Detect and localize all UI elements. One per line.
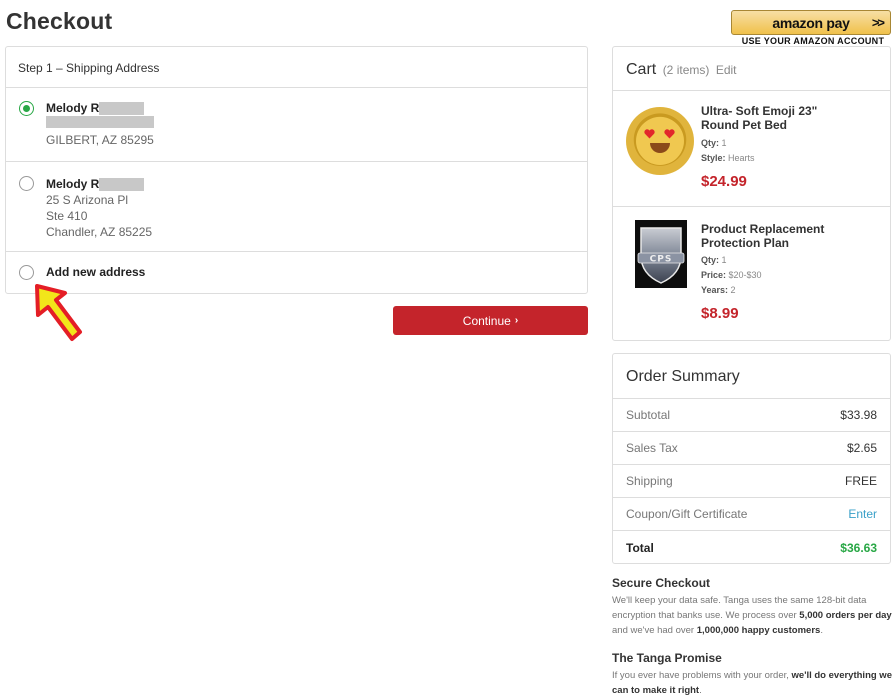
address-2-line: 25 S Arizona Pl <box>46 193 129 207</box>
summary-row-shipping: Shipping FREE <box>613 465 890 498</box>
tanga-promise-section: The Tanga Promise If you ever have probl… <box>612 651 894 698</box>
secure-checkout-title: Secure Checkout <box>612 576 711 590</box>
add-new-address-option[interactable]: Add new address <box>6 252 587 294</box>
emoji-face <box>636 117 684 165</box>
text-segment-bold: 5,000 orders per day <box>799 610 892 621</box>
order-summary-title: Order Summary <box>613 354 890 399</box>
meta-label: Price: <box>701 270 727 280</box>
arrow-annotation-icon <box>35 284 82 341</box>
summary-row-total: Total $36.63 <box>613 531 890 564</box>
summary-total-label: Total <box>626 540 654 555</box>
address-2-details: Melody R 25 S Arizona Pl Ste 410 Chandle… <box>46 176 152 240</box>
summary-row-subtotal: Subtotal $33.98 <box>613 399 890 432</box>
summary-total-value: $36.63 <box>840 540 877 555</box>
secure-checkout-section: Secure Checkout We'll keep your data saf… <box>612 576 894 638</box>
text-segment-bold: 1,000,000 happy customers <box>696 625 821 636</box>
amazon-pay-subtitle: USE YOUR AMAZON ACCOUNT <box>741 36 885 46</box>
address-2-name: Melody R <box>46 176 152 192</box>
shipping-address-panel: Step 1 – Shipping Address Melody R GILBE… <box>5 46 588 294</box>
text-segment: If you ever have problems with your orde… <box>612 670 792 681</box>
meta-label: Qty: <box>701 255 719 265</box>
meta-row-3: Years: 2 <box>701 283 762 298</box>
add-new-address-label[interactable]: Add new address <box>46 265 145 279</box>
page-title: Checkout <box>6 8 113 34</box>
cart-item-count: (2 items) <box>662 63 710 77</box>
text-segment: . <box>699 685 702 696</box>
double-chevron-icon: >> <box>871 15 885 30</box>
summary-value: $2.65 <box>846 441 877 455</box>
address-1-line-redacted <box>46 116 154 132</box>
chevron-right-icon: › <box>514 315 519 326</box>
amazon-pay-logo[interactable]: amazon pay >> <box>731 10 891 35</box>
tanga-promise-title: The Tanga Promise <box>612 651 722 665</box>
address-1-line: GILBERT, AZ 85295 <box>46 133 154 147</box>
summary-label: Sales Tax <box>626 441 678 455</box>
cps-shield-image: CPS <box>635 220 687 288</box>
redacted-text <box>99 177 145 191</box>
continue-button[interactable]: Continue › <box>393 306 588 335</box>
order-summary-panel: Order Summary Subtotal $33.98 Sales Tax … <box>612 353 891 564</box>
address-1-name: Melody R <box>46 100 154 116</box>
summary-label: Subtotal <box>626 408 671 422</box>
address-option-2[interactable]: Melody R 25 S Arizona Pl Ste 410 Chandle… <box>6 162 587 252</box>
text-segment: . <box>820 625 823 636</box>
meta-label: Style: <box>701 153 726 163</box>
address-2-radio[interactable] <box>19 176 34 191</box>
svg-text:CPS: CPS <box>650 255 673 265</box>
meta-value: 1 <box>721 138 727 148</box>
summary-row-coupon: Coupon/Gift Certificate Enter <box>613 498 890 531</box>
summary-value: FREE <box>844 474 877 488</box>
continue-label: Continue <box>462 313 511 328</box>
summary-value: $33.98 <box>840 408 877 422</box>
redacted-text <box>99 101 145 115</box>
redacted-text <box>46 116 154 128</box>
emoji-mouth <box>650 143 670 153</box>
heart-icon <box>664 129 675 139</box>
coupon-enter-link[interactable]: Enter <box>848 507 877 521</box>
cart-header: Cart (2 items) Edit <box>613 47 890 91</box>
text-segment: and we've had over <box>612 625 697 636</box>
address-option-1[interactable]: Melody R GILBERT, AZ 85295 <box>6 88 587 162</box>
meta-label: Qty: <box>701 138 719 148</box>
cart-item-price: $8.99 <box>701 305 739 322</box>
meta-row-2: Price: $20-$30 <box>701 268 762 283</box>
address-2-line: Chandler, AZ 85225 <box>46 225 153 239</box>
meta-label: Years: <box>701 285 729 295</box>
secure-checkout-text: We'll keep your data safe. Tanga uses th… <box>612 593 894 638</box>
add-new-address-radio[interactable] <box>19 265 34 280</box>
meta-row-1: Qty: 1 <box>701 136 755 151</box>
address-1-details: Melody R GILBERT, AZ 85295 <box>46 100 154 148</box>
amazon-pay-button[interactable]: amazon pay >> USE YOUR AMAZON ACCOUNT <box>731 10 891 46</box>
address-1-radio[interactable] <box>19 101 34 116</box>
meta-value: 1 <box>721 255 727 265</box>
cart-item-meta: Qty: 1 Style: Hearts <box>701 136 755 166</box>
cart-panel: Cart (2 items) Edit Ultra- Soft Emoji 23… <box>612 46 891 341</box>
address-2-line: Ste 410 <box>46 209 88 223</box>
meta-row-2: Style: Hearts <box>701 151 755 166</box>
cart-item-name: Product Replacement Protection Plan <box>701 222 825 250</box>
meta-value: $20-$30 <box>728 270 762 280</box>
cart-item: CPS Product Replacement Protection Plan … <box>613 207 890 339</box>
cart-item: Ultra- Soft Emoji 23" Round Pet Bed Qty:… <box>613 91 890 207</box>
meta-value: 2 <box>730 285 736 295</box>
amazon-pay-logo-text: amazon pay <box>772 14 850 31</box>
emoji-pet-bed-image <box>626 107 694 175</box>
cart-edit-link[interactable]: Edit <box>716 63 737 77</box>
cart-item-meta: Qty: 1 Price: $20-$30 Years: 2 <box>701 253 762 298</box>
summary-row-sales-tax: Sales Tax $2.65 <box>613 432 890 465</box>
cart-item-name: Ultra- Soft Emoji 23" Round Pet Bed <box>701 104 818 132</box>
meta-value: Hearts <box>728 153 755 163</box>
shipping-step-header: Step 1 – Shipping Address <box>6 47 587 88</box>
cart-item-price: $24.99 <box>701 173 747 190</box>
summary-label: Shipping <box>626 474 673 488</box>
heart-icon <box>644 129 655 139</box>
cart-title: Cart <box>626 61 657 78</box>
summary-label: Coupon/Gift Certificate <box>626 507 748 521</box>
tanga-promise-text: If you ever have problems with your orde… <box>612 668 894 698</box>
meta-row-1: Qty: 1 <box>701 253 762 268</box>
